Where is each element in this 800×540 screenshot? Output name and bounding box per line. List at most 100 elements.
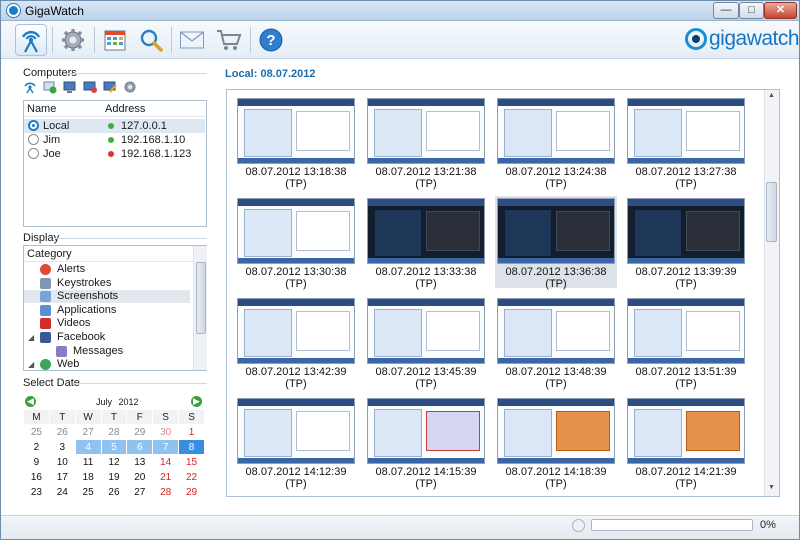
name-column-header[interactable]: Name (27, 103, 56, 115)
calendar-day[interactable]: 3 (48, 439, 76, 455)
category-item[interactable]: Alerts (24, 263, 190, 276)
screenshot-thumbnail[interactable]: 08.07.2012 13:42:39 (TP) (235, 296, 357, 390)
computer-row[interactable]: Joe 192.168.1.123 (24, 147, 205, 161)
category-scroll-thumb[interactable] (196, 262, 206, 334)
screenshot-thumbnail[interactable]: 08.07.2012 13:18:38 (TP) (235, 96, 357, 190)
mail-button[interactable] (176, 24, 208, 56)
calendar-day[interactable]: 25 (23, 424, 50, 440)
category-item[interactable]: Videos (24, 317, 190, 330)
calendar-day[interactable]: 23 (23, 484, 50, 500)
screenshot-image (237, 398, 355, 464)
calendar-day[interactable]: 5 (100, 439, 128, 455)
calendar-day[interactable]: 6 (126, 439, 154, 455)
screenshot-thumbnail[interactable]: 08.07.2012 13:24:38 (TP) (495, 96, 617, 190)
reports-button[interactable] (99, 24, 131, 56)
gallery-scroll-thumb[interactable] (766, 182, 777, 242)
category-column-header[interactable]: Category (27, 248, 72, 260)
antenna-small-icon[interactable] (23, 80, 37, 94)
computer-settings-icon[interactable] (123, 80, 137, 94)
calendar-day[interactable]: 8 (178, 439, 205, 455)
screenshot-thumbnail[interactable]: 08.07.2012 13:51:39 (TP) (625, 296, 747, 390)
calendar-day[interactable]: 2 (23, 439, 50, 455)
category-scrollbar[interactable] (193, 246, 207, 370)
category-item[interactable]: ◢ Facebook (24, 331, 190, 344)
calendar-day[interactable]: 7 (152, 439, 180, 455)
computers-button[interactable] (15, 24, 47, 56)
screenshot-thumbnail[interactable]: 08.07.2012 13:39:39 (TP) (625, 196, 747, 290)
calendar-day[interactable]: 13 (126, 454, 154, 470)
calendar-day[interactable]: 4 (74, 439, 102, 455)
calendar-day[interactable]: 17 (48, 469, 76, 485)
gallery-scrollbar[interactable]: ▲ ▼ (764, 90, 779, 496)
calendar-day[interactable]: 1 (178, 424, 205, 440)
help-button[interactable]: ? (255, 24, 287, 56)
calendar-day[interactable]: 30 (152, 424, 180, 440)
calendar-day[interactable]: 27 (74, 424, 102, 440)
scroll-down-icon[interactable]: ▼ (768, 484, 775, 491)
add-computer-icon[interactable] (63, 80, 77, 94)
calendar-month-year[interactable]: July 2012 (96, 397, 139, 407)
calendar-day[interactable]: 24 (48, 484, 76, 500)
calendar-day[interactable]: 29 (126, 424, 154, 440)
scroll-up-icon[interactable]: ▲ (768, 92, 775, 99)
category-item[interactable]: Keystrokes (24, 277, 190, 290)
calendar-day[interactable]: 10 (48, 454, 76, 470)
screenshot-time: 08.07.2012 13:21:38 (375, 166, 477, 178)
calendar-day[interactable]: 18 (74, 469, 102, 485)
computer-row[interactable]: Jim 192.168.1.10 (24, 133, 205, 147)
stop-icon[interactable] (572, 519, 585, 532)
calendar-day[interactable]: 20 (126, 469, 154, 485)
settings-button[interactable] (57, 24, 89, 56)
connection-dot-icon (108, 151, 114, 157)
status-radio-icon[interactable] (28, 120, 39, 131)
category-item[interactable]: Screenshots (24, 290, 190, 304)
screenshot-thumbnail[interactable]: 08.07.2012 14:12:39 (TP) (235, 396, 357, 490)
calendar-day[interactable]: 21 (152, 469, 180, 485)
prev-month-icon[interactable]: ◀ (25, 396, 36, 407)
calendar-day[interactable]: 26 (48, 424, 76, 440)
screenshot-thumbnail[interactable]: 08.07.2012 13:45:39 (TP) (365, 296, 487, 390)
calendar-day[interactable]: 12 (100, 454, 128, 470)
calendar-day[interactable]: 16 (23, 469, 50, 485)
screenshot-thumbnail[interactable]: 08.07.2012 13:30:38 (TP) (235, 196, 357, 290)
calendar-day[interactable]: 9 (23, 454, 50, 470)
calendar-day[interactable]: 28 (100, 424, 128, 440)
screenshot-thumbnail[interactable]: 08.07.2012 13:21:38 (TP) (365, 96, 487, 190)
screenshot-thumbnail[interactable]: 08.07.2012 14:15:39 (TP) (365, 396, 487, 490)
remove-computer-icon[interactable] (83, 80, 97, 94)
address-column-header[interactable]: Address (105, 103, 145, 115)
shop-button[interactable] (213, 24, 245, 56)
calendar-day[interactable]: 26 (100, 484, 128, 500)
status-radio-icon[interactable] (28, 134, 39, 145)
expander-icon[interactable]: ◢ (28, 358, 34, 371)
category-item[interactable]: Messages (24, 345, 190, 358)
calendar-day[interactable]: 22 (178, 469, 205, 485)
calendar-day[interactable]: 28 (152, 484, 180, 500)
screenshot-thumbnail[interactable]: 08.07.2012 13:48:39 (TP) (495, 296, 617, 390)
calendar-day[interactable]: 25 (74, 484, 102, 500)
screenshot-thumbnail[interactable]: 08.07.2012 13:27:38 (TP) (625, 96, 747, 190)
category-item[interactable]: ◢ Web (24, 358, 190, 371)
close-button[interactable]: ✕ (764, 2, 797, 19)
status-radio-icon[interactable] (28, 148, 39, 159)
minimize-button[interactable]: — (713, 2, 739, 19)
screenshot-thumbnail[interactable]: 08.07.2012 14:18:39 (TP) (495, 396, 617, 490)
calendar-day[interactable]: 15 (178, 454, 205, 470)
calendar-day[interactable]: 27 (126, 484, 154, 500)
refresh-icon[interactable] (43, 80, 57, 94)
calendar-day[interactable]: 14 (152, 454, 180, 470)
screenshot-thumbnail[interactable]: 08.07.2012 13:36:38 (TP) (495, 196, 617, 290)
next-month-icon[interactable]: ▶ (191, 396, 202, 407)
computer-row[interactable]: Local 127.0.0.1 (24, 119, 205, 133)
screenshot-thumbnail[interactable]: 08.07.2012 14:21:39 (TP) (625, 396, 747, 490)
maximize-button[interactable]: □ (739, 2, 764, 19)
calendar-day[interactable]: 29 (178, 484, 205, 500)
search-button[interactable] (135, 24, 167, 56)
category-item[interactable]: Applications (24, 304, 190, 317)
edit-computer-icon[interactable] (103, 80, 117, 94)
calendar-day[interactable]: 11 (74, 454, 102, 470)
screenshot-thumbnail[interactable]: 08.07.2012 13:33:38 (TP) (365, 196, 487, 290)
expander-icon[interactable]: ◢ (28, 331, 34, 344)
calendar-day[interactable]: 19 (100, 469, 128, 485)
screenshot-image (237, 98, 355, 164)
